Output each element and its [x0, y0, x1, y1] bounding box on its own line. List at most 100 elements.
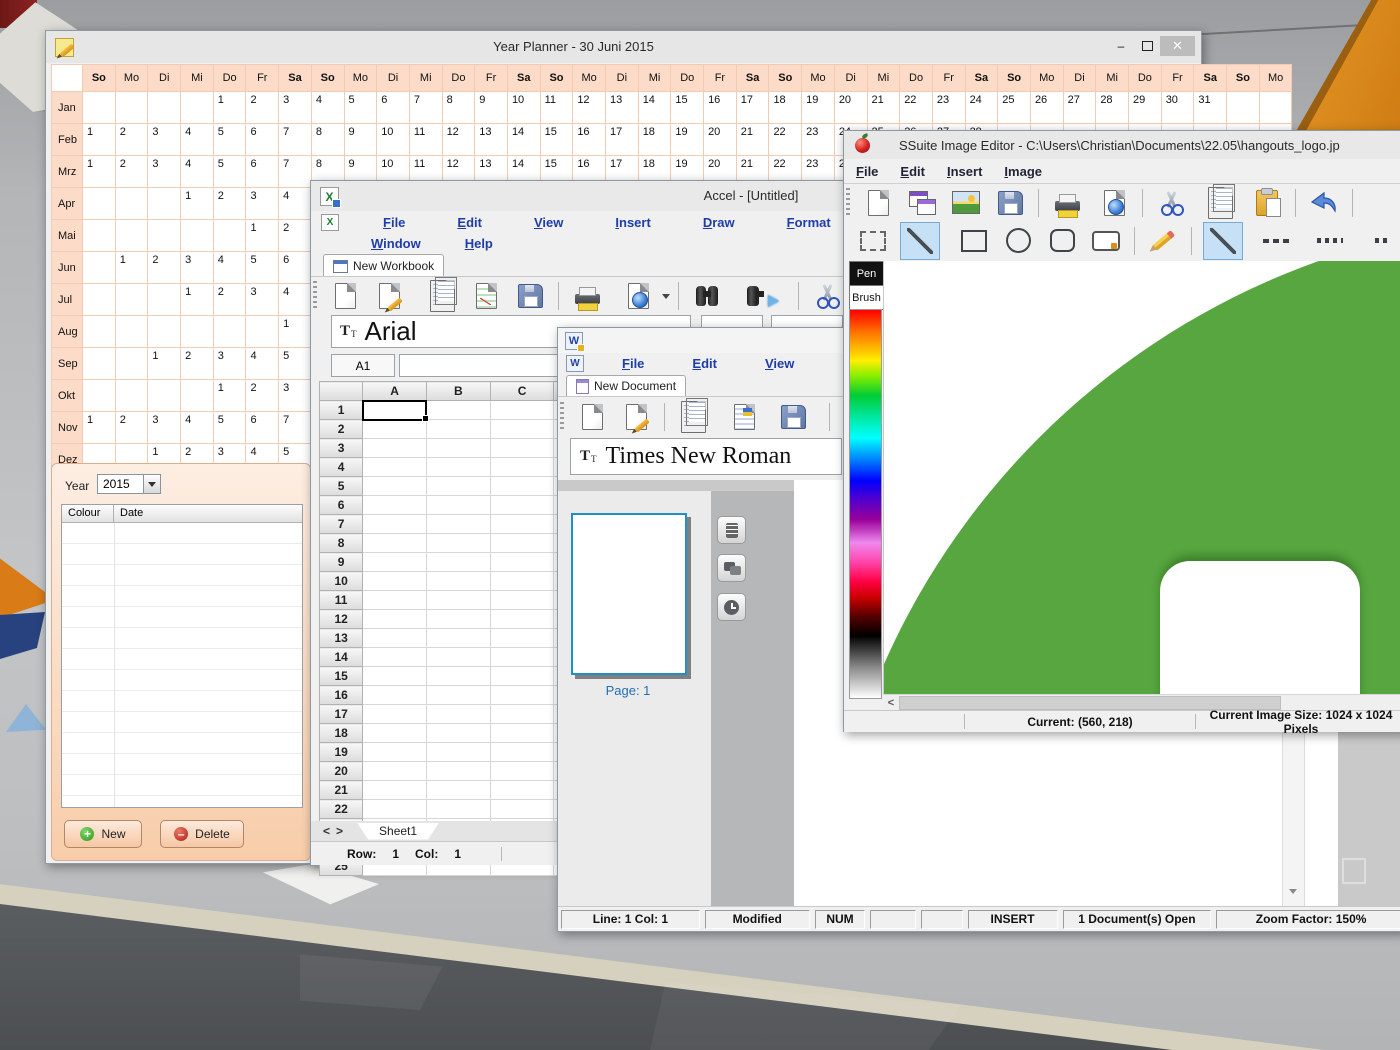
wordgraph-menu-edit[interactable]: Edit — [692, 356, 717, 371]
calendar-day-cell[interactable]: 18 — [638, 124, 671, 156]
calendar-day-cell[interactable]: 27 — [1063, 92, 1096, 124]
edit-document-icon[interactable] — [619, 401, 653, 433]
calendar-day-cell[interactable] — [83, 380, 116, 412]
grid-cell[interactable] — [490, 781, 554, 800]
line-style-solid-icon[interactable] — [1203, 222, 1243, 260]
row-header-20[interactable]: 20 — [320, 762, 363, 781]
grid-cell[interactable] — [490, 705, 554, 724]
calendar-day-cell[interactable]: 1 — [181, 188, 214, 220]
calendar-day-cell[interactable] — [115, 220, 148, 252]
calendar-day-cell[interactable] — [181, 380, 214, 412]
accel-menu-window[interactable]: Window — [371, 236, 421, 251]
grid-cell[interactable] — [426, 800, 490, 819]
calendar-day-cell[interactable]: 29 — [1129, 92, 1162, 124]
selected-cell-A1[interactable] — [363, 401, 427, 420]
calendar-day-cell[interactable]: 14 — [507, 124, 540, 156]
calendar-day-cell[interactable]: 7 — [279, 124, 312, 156]
grid-cell[interactable] — [363, 724, 427, 743]
calendar-day-cell[interactable]: 2 — [246, 380, 279, 412]
calendar-day-cell[interactable] — [181, 220, 214, 252]
calendar-day-cell[interactable]: 1 — [279, 316, 312, 348]
calendar-day-cell[interactable]: 1 — [148, 348, 181, 380]
rounded-rect-tool-icon[interactable] — [1045, 225, 1079, 257]
grid-cell[interactable] — [490, 477, 554, 496]
grid-cell[interactable] — [363, 781, 427, 800]
calendar-day-cell[interactable]: 28 — [1096, 92, 1129, 124]
cell-reference-box[interactable]: A1 — [331, 354, 395, 377]
calendar-day-cell[interactable] — [83, 92, 116, 124]
label-tool-icon[interactable] — [1089, 225, 1123, 257]
save-icon[interactable] — [513, 280, 547, 312]
calendar-day-cell[interactable] — [246, 316, 279, 348]
copy-icon[interactable] — [1203, 187, 1237, 219]
calendar-day-cell[interactable] — [213, 316, 246, 348]
grid-cell[interactable] — [363, 591, 427, 610]
calendar-day-cell[interactable]: 30 — [1161, 92, 1194, 124]
calendar-day-cell[interactable]: 23 — [802, 124, 835, 156]
calendar-day-cell[interactable] — [115, 188, 148, 220]
grid-cell[interactable] — [363, 515, 427, 534]
calendar-day-cell[interactable] — [148, 316, 181, 348]
accel-menu-help[interactable]: Help — [465, 236, 493, 251]
color-spectrum-picker[interactable] — [849, 309, 882, 699]
calendar-day-cell[interactable]: 31 — [1194, 92, 1227, 124]
print-preview-icon[interactable] — [1097, 187, 1131, 219]
row-header-14[interactable]: 14 — [320, 648, 363, 667]
tab-new-document[interactable]: New Document — [566, 375, 686, 396]
comments-icon[interactable] — [717, 554, 746, 582]
calendar-day-cell[interactable]: 7 — [409, 92, 442, 124]
image-editor-titlebar[interactable]: SSuite Image Editor - C:\Users\Christian… — [844, 131, 1400, 159]
image-canvas[interactable] — [883, 261, 1400, 694]
calendar-day-cell[interactable]: 26 — [1030, 92, 1063, 124]
calendar-day-cell[interactable] — [148, 188, 181, 220]
grid-cell[interactable] — [426, 724, 490, 743]
calendar-day-cell[interactable]: 21 — [736, 124, 769, 156]
calendar-day-cell[interactable]: 4 — [279, 188, 312, 220]
calendar-day-cell[interactable]: 17 — [606, 124, 639, 156]
tab-pen[interactable]: Pen — [849, 261, 884, 286]
row-header-9[interactable]: 9 — [320, 553, 363, 572]
grid-cell[interactable] — [363, 705, 427, 724]
list-header-colour[interactable]: Colour — [62, 505, 114, 523]
grid-cell[interactable] — [426, 572, 490, 591]
calendar-day-cell[interactable]: 2 — [213, 284, 246, 316]
accel-menu-draw[interactable]: Draw — [703, 215, 735, 230]
grid-cell[interactable] — [490, 553, 554, 572]
calendar-day-cell[interactable]: 2 — [115, 156, 148, 188]
calendar-day-cell[interactable]: 3 — [213, 348, 246, 380]
calendar-day-cell[interactable]: 2 — [181, 348, 214, 380]
calendar-day-cell[interactable]: 3 — [279, 92, 312, 124]
pages-view-icon[interactable] — [717, 516, 746, 544]
row-header-10[interactable]: 10 — [320, 572, 363, 591]
resize-grip[interactable] — [1342, 858, 1366, 884]
print-icon[interactable] — [570, 280, 604, 312]
maximize-button[interactable] — [1134, 36, 1160, 56]
calendar-day-cell[interactable]: 1 — [181, 284, 214, 316]
grid-cell[interactable] — [363, 800, 427, 819]
calendar-day-cell[interactable]: 13 — [606, 92, 639, 124]
calendar-day-cell[interactable] — [148, 284, 181, 316]
calendar-day-cell[interactable]: 8 — [442, 92, 475, 124]
grid-cell[interactable] — [363, 458, 427, 477]
grid-cell[interactable] — [490, 629, 554, 648]
calendar-day-cell[interactable]: 5 — [213, 412, 246, 444]
line-style-dashed-icon[interactable] — [1260, 225, 1294, 257]
sheet-tab[interactable]: Sheet1 — [357, 823, 439, 840]
calendar-day-cell[interactable]: 3 — [148, 124, 181, 156]
select-tool-icon[interactable] — [856, 225, 890, 257]
tab-brush[interactable]: Brush — [849, 285, 884, 310]
calendar-day-cell[interactable]: 1 — [246, 220, 279, 252]
grid-cell[interactable] — [426, 477, 490, 496]
accel-menu-format[interactable]: Format — [787, 215, 831, 230]
calendar-day-cell[interactable]: 10 — [507, 92, 540, 124]
grid-cell[interactable] — [363, 496, 427, 515]
print-icon[interactable] — [1050, 187, 1084, 219]
grid-cell[interactable] — [490, 800, 554, 819]
accel-menu-edit[interactable]: Edit — [457, 215, 482, 230]
calendar-day-cell[interactable] — [83, 316, 116, 348]
accel-menu-insert[interactable]: Insert — [615, 215, 650, 230]
new-button[interactable]: + New — [64, 820, 142, 848]
grid-cell[interactable] — [490, 572, 554, 591]
calendar-day-cell[interactable]: 21 — [867, 92, 900, 124]
row-header-22[interactable]: 22 — [320, 800, 363, 819]
